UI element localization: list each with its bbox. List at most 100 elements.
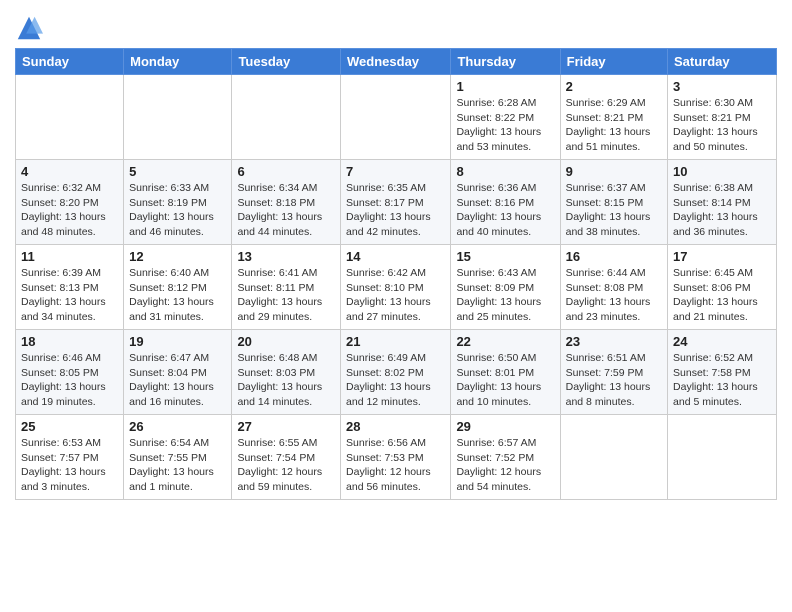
calendar-cell <box>16 75 124 160</box>
calendar-cell: 28 Sunrise: 6:56 AM Sunset: 7:53 PM Dayli… <box>341 415 451 500</box>
day-number: 16 <box>566 249 662 264</box>
day-number: 20 <box>237 334 335 349</box>
calendar-cell: 10 Sunrise: 6:38 AM Sunset: 8:14 PM Dayli… <box>668 160 777 245</box>
day-info: Sunrise: 6:44 AM Sunset: 8:08 PM Dayligh… <box>566 266 662 325</box>
day-number: 28 <box>346 419 445 434</box>
day-info: Sunrise: 6:54 AM Sunset: 7:55 PM Dayligh… <box>129 436 226 495</box>
calendar-header-row: SundayMondayTuesdayWednesdayThursdayFrid… <box>16 49 777 75</box>
day-number: 21 <box>346 334 445 349</box>
day-number: 12 <box>129 249 226 264</box>
day-info: Sunrise: 6:35 AM Sunset: 8:17 PM Dayligh… <box>346 181 445 240</box>
logo <box>15 14 47 42</box>
day-number: 29 <box>456 419 554 434</box>
day-number: 9 <box>566 164 662 179</box>
calendar-cell: 7 Sunrise: 6:35 AM Sunset: 8:17 PM Daylig… <box>341 160 451 245</box>
day-info: Sunrise: 6:42 AM Sunset: 8:10 PM Dayligh… <box>346 266 445 325</box>
calendar-week-3: 11 Sunrise: 6:39 AM Sunset: 8:13 PM Dayli… <box>16 245 777 330</box>
calendar-week-1: 1 Sunrise: 6:28 AM Sunset: 8:22 PM Daylig… <box>16 75 777 160</box>
calendar-cell: 20 Sunrise: 6:48 AM Sunset: 8:03 PM Dayli… <box>232 330 341 415</box>
calendar-cell: 15 Sunrise: 6:43 AM Sunset: 8:09 PM Dayli… <box>451 245 560 330</box>
header <box>15 10 777 42</box>
calendar-cell: 27 Sunrise: 6:55 AM Sunset: 7:54 PM Dayli… <box>232 415 341 500</box>
calendar-cell <box>232 75 341 160</box>
calendar-cell: 19Sunrise: 6:47 AM Sunset: 8:04 PM Dayli… <box>124 330 232 415</box>
day-info: Sunrise: 6:43 AM Sunset: 8:09 PM Dayligh… <box>456 266 554 325</box>
calendar-week-5: 25Sunrise: 6:53 AM Sunset: 7:57 PM Dayli… <box>16 415 777 500</box>
day-number: 2 <box>566 79 662 94</box>
day-info: Sunrise: 6:51 AM Sunset: 7:59 PM Dayligh… <box>566 351 662 410</box>
calendar-cell: 11 Sunrise: 6:39 AM Sunset: 8:13 PM Dayli… <box>16 245 124 330</box>
calendar-cell: 5Sunrise: 6:33 AM Sunset: 8:19 PM Daylig… <box>124 160 232 245</box>
calendar-cell: 14Sunrise: 6:42 AM Sunset: 8:10 PM Dayli… <box>341 245 451 330</box>
day-number: 24 <box>673 334 771 349</box>
calendar-cell: 24 Sunrise: 6:52 AM Sunset: 7:58 PM Dayli… <box>668 330 777 415</box>
day-info: Sunrise: 6:37 AM Sunset: 8:15 PM Dayligh… <box>566 181 662 240</box>
calendar-cell: 4 Sunrise: 6:32 AM Sunset: 8:20 PM Daylig… <box>16 160 124 245</box>
day-number: 18 <box>21 334 118 349</box>
calendar-week-4: 18 Sunrise: 6:46 AM Sunset: 8:05 PM Dayli… <box>16 330 777 415</box>
calendar-cell: 6 Sunrise: 6:34 AM Sunset: 8:18 PM Daylig… <box>232 160 341 245</box>
day-info: Sunrise: 6:39 AM Sunset: 8:13 PM Dayligh… <box>21 266 118 325</box>
day-info: Sunrise: 6:56 AM Sunset: 7:53 PM Dayligh… <box>346 436 445 495</box>
day-number: 26 <box>129 419 226 434</box>
calendar-cell: 26 Sunrise: 6:54 AM Sunset: 7:55 PM Dayli… <box>124 415 232 500</box>
day-number: 13 <box>237 249 335 264</box>
weekday-header-wednesday: Wednesday <box>341 49 451 75</box>
calendar-cell: 25Sunrise: 6:53 AM Sunset: 7:57 PM Dayli… <box>16 415 124 500</box>
day-info: Sunrise: 6:30 AM Sunset: 8:21 PM Dayligh… <box>673 96 771 155</box>
calendar-cell: 12Sunrise: 6:40 AM Sunset: 8:12 PM Dayli… <box>124 245 232 330</box>
calendar-cell: 8Sunrise: 6:36 AM Sunset: 8:16 PM Daylig… <box>451 160 560 245</box>
day-info: Sunrise: 6:28 AM Sunset: 8:22 PM Dayligh… <box>456 96 554 155</box>
day-info: Sunrise: 6:29 AM Sunset: 8:21 PM Dayligh… <box>566 96 662 155</box>
day-number: 7 <box>346 164 445 179</box>
day-info: Sunrise: 6:32 AM Sunset: 8:20 PM Dayligh… <box>21 181 118 240</box>
calendar-cell: 22 Sunrise: 6:50 AM Sunset: 8:01 PM Dayli… <box>451 330 560 415</box>
weekday-header-thursday: Thursday <box>451 49 560 75</box>
calendar-cell: 3Sunrise: 6:30 AM Sunset: 8:21 PM Daylig… <box>668 75 777 160</box>
weekday-header-tuesday: Tuesday <box>232 49 341 75</box>
day-info: Sunrise: 6:48 AM Sunset: 8:03 PM Dayligh… <box>237 351 335 410</box>
day-number: 6 <box>237 164 335 179</box>
calendar-cell: 1 Sunrise: 6:28 AM Sunset: 8:22 PM Daylig… <box>451 75 560 160</box>
logo-icon <box>15 14 43 42</box>
day-number: 11 <box>21 249 118 264</box>
day-number: 15 <box>456 249 554 264</box>
day-info: Sunrise: 6:38 AM Sunset: 8:14 PM Dayligh… <box>673 181 771 240</box>
calendar-cell: 18 Sunrise: 6:46 AM Sunset: 8:05 PM Dayli… <box>16 330 124 415</box>
day-info: Sunrise: 6:49 AM Sunset: 8:02 PM Dayligh… <box>346 351 445 410</box>
day-info: Sunrise: 6:36 AM Sunset: 8:16 PM Dayligh… <box>456 181 554 240</box>
weekday-header-saturday: Saturday <box>668 49 777 75</box>
day-number: 10 <box>673 164 771 179</box>
day-number: 5 <box>129 164 226 179</box>
day-info: Sunrise: 6:41 AM Sunset: 8:11 PM Dayligh… <box>237 266 335 325</box>
weekday-header-friday: Friday <box>560 49 667 75</box>
day-info: Sunrise: 6:52 AM Sunset: 7:58 PM Dayligh… <box>673 351 771 410</box>
day-info: Sunrise: 6:57 AM Sunset: 7:52 PM Dayligh… <box>456 436 554 495</box>
weekday-header-monday: Monday <box>124 49 232 75</box>
calendar-cell <box>341 75 451 160</box>
calendar-cell: 23 Sunrise: 6:51 AM Sunset: 7:59 PM Dayli… <box>560 330 667 415</box>
day-info: Sunrise: 6:34 AM Sunset: 8:18 PM Dayligh… <box>237 181 335 240</box>
calendar: SundayMondayTuesdayWednesdayThursdayFrid… <box>15 48 777 500</box>
day-info: Sunrise: 6:50 AM Sunset: 8:01 PM Dayligh… <box>456 351 554 410</box>
day-number: 4 <box>21 164 118 179</box>
day-info: Sunrise: 6:53 AM Sunset: 7:57 PM Dayligh… <box>21 436 118 495</box>
weekday-header-sunday: Sunday <box>16 49 124 75</box>
day-info: Sunrise: 6:46 AM Sunset: 8:05 PM Dayligh… <box>21 351 118 410</box>
day-info: Sunrise: 6:45 AM Sunset: 8:06 PM Dayligh… <box>673 266 771 325</box>
day-number: 19 <box>129 334 226 349</box>
calendar-cell <box>560 415 667 500</box>
calendar-cell: 21 Sunrise: 6:49 AM Sunset: 8:02 PM Dayli… <box>341 330 451 415</box>
calendar-cell: 13 Sunrise: 6:41 AM Sunset: 8:11 PM Dayli… <box>232 245 341 330</box>
calendar-cell: 29 Sunrise: 6:57 AM Sunset: 7:52 PM Dayli… <box>451 415 560 500</box>
day-number: 22 <box>456 334 554 349</box>
day-info: Sunrise: 6:55 AM Sunset: 7:54 PM Dayligh… <box>237 436 335 495</box>
calendar-cell: 16 Sunrise: 6:44 AM Sunset: 8:08 PM Dayli… <box>560 245 667 330</box>
calendar-cell: 9 Sunrise: 6:37 AM Sunset: 8:15 PM Daylig… <box>560 160 667 245</box>
day-number: 23 <box>566 334 662 349</box>
calendar-cell <box>124 75 232 160</box>
day-number: 17 <box>673 249 771 264</box>
day-number: 1 <box>456 79 554 94</box>
calendar-cell <box>668 415 777 500</box>
day-number: 27 <box>237 419 335 434</box>
